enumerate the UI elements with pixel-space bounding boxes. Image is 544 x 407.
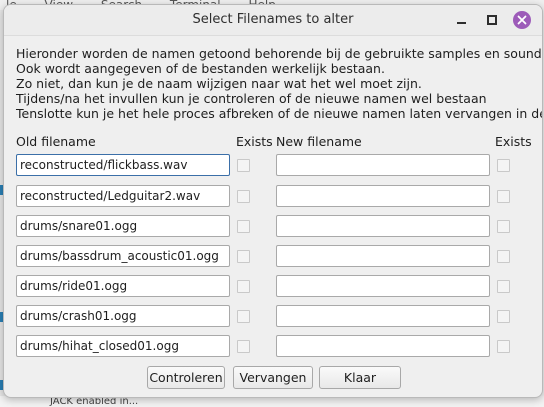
info-line: Tijdens/na het invullen kun je controler… — [16, 91, 487, 106]
exists-header-old: Exists — [236, 134, 273, 149]
new-filename-field[interactable] — [276, 185, 490, 207]
exists-checkbox-old[interactable] — [237, 159, 250, 172]
close-icon — [517, 15, 527, 25]
old-filename-field[interactable] — [16, 185, 230, 207]
klaar-button[interactable]: Klaar — [319, 366, 401, 389]
titlebar: Select Filenames to alter — [4, 5, 542, 36]
old-filename-field[interactable] — [16, 245, 230, 267]
maximize-button[interactable] — [484, 12, 500, 28]
exists-checkbox-new[interactable] — [497, 159, 510, 172]
old-filename-field[interactable] — [16, 275, 230, 297]
exists-checkbox-new[interactable] — [497, 280, 510, 293]
exists-checkbox-old[interactable] — [237, 250, 250, 263]
exists-header-new: Exists — [495, 134, 532, 149]
new-filename-header: New filename — [276, 134, 362, 149]
info-line: Hieronder worden de namen getoond behore… — [16, 46, 543, 61]
new-filename-field[interactable] — [276, 275, 490, 297]
select-filenames-dialog: Select Filenames to alter Hieronder word… — [3, 4, 543, 398]
exists-checkbox-new[interactable] — [497, 220, 510, 233]
exists-checkbox-old[interactable] — [237, 310, 250, 323]
exists-checkbox-old[interactable] — [237, 340, 250, 353]
old-filename-field[interactable] — [16, 154, 230, 176]
exists-checkbox-new[interactable] — [497, 310, 510, 323]
exists-checkbox-new[interactable] — [497, 250, 510, 263]
info-line: Ook wordt aangegeven of de bestanden wer… — [16, 61, 385, 76]
old-filename-field[interactable] — [16, 305, 230, 327]
info-line: Zo niet, dan kun je de naam wijzigen naa… — [16, 76, 422, 91]
exists-checkbox-new[interactable] — [497, 340, 510, 353]
new-filename-field[interactable] — [276, 305, 490, 327]
close-button[interactable] — [513, 11, 531, 29]
vervangen-button[interactable]: Vervangen — [233, 366, 313, 389]
controleren-button[interactable]: Controleren — [147, 366, 225, 389]
old-filename-header: Old filename — [16, 134, 96, 149]
minimize-button[interactable] — [453, 12, 469, 28]
info-line: Tenslotte kun je het hele proces afbreke… — [16, 106, 543, 121]
new-filename-field[interactable] — [276, 154, 490, 176]
new-filename-field[interactable] — [276, 335, 490, 357]
exists-checkbox-old[interactable] — [237, 280, 250, 293]
new-filename-field[interactable] — [276, 245, 490, 267]
exists-checkbox-old[interactable] — [237, 220, 250, 233]
exists-checkbox-new[interactable] — [497, 190, 510, 203]
old-filename-field[interactable] — [16, 335, 230, 357]
old-filename-field[interactable] — [16, 215, 230, 237]
exists-checkbox-old[interactable] — [237, 190, 250, 203]
new-filename-field[interactable] — [276, 215, 490, 237]
info-text: Hieronder worden de namen getoond behore… — [16, 46, 543, 121]
